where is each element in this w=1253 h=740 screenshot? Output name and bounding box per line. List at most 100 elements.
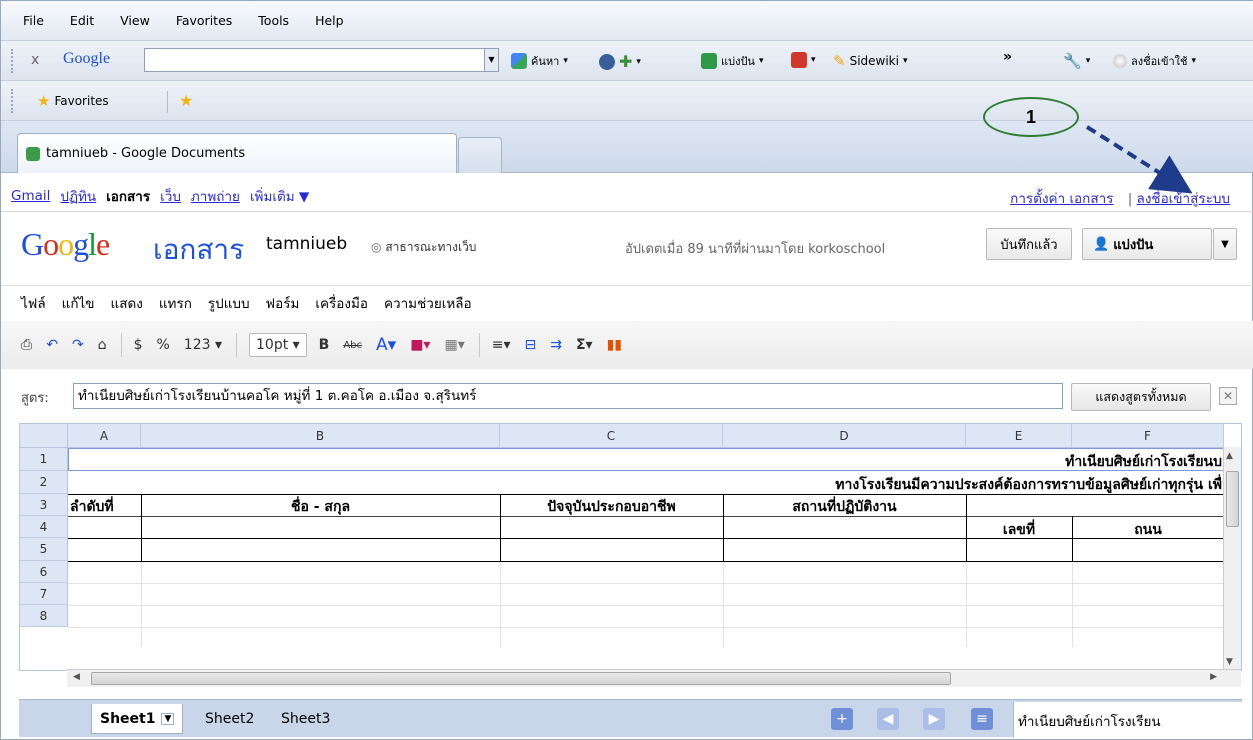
scroll-right-icon[interactable]: ▶ (1210, 672, 1217, 682)
docs-menu-edit[interactable]: แก้ไข (62, 292, 95, 314)
horizontal-scrollbar[interactable]: ◀ ▶ (67, 669, 1241, 687)
toolbar-settings-button[interactable]: 🔧 ▾ (1063, 52, 1090, 70)
formula-input[interactable]: ทำเนียบศิษย์เก่าโรงเรียนบ้านคอโค หมู่ที่… (73, 383, 1063, 409)
nav-web[interactable]: เว็บ (160, 185, 181, 207)
row-header-4[interactable]: 4 (20, 516, 68, 538)
align-icon[interactable]: ≡▾ (492, 337, 511, 353)
spreadsheet-grid[interactable]: A B C D E F 1 2 3 4 5 6 7 8 ทำเนียบศิษย์… (19, 423, 1242, 671)
new-tab-button[interactable] (458, 137, 502, 173)
search-dropdown-icon[interactable]: ▼ (484, 49, 498, 71)
scroll-up-icon[interactable]: ▲ (1226, 451, 1233, 461)
publish-status[interactable]: ◎ สาธารณะทางเว็บ (371, 238, 476, 257)
share-dropdown-icon[interactable]: ▼ (1213, 228, 1237, 260)
add-sheet-icon[interactable]: + (831, 708, 853, 730)
scroll-left-icon[interactable]: ◀ (73, 672, 80, 682)
redo-icon[interactable]: ↷ (72, 337, 84, 353)
scrollbar-thumb[interactable] (1226, 471, 1239, 527)
docs-settings-link[interactable]: การตั้งค่า เอกสาร (1010, 191, 1113, 207)
sheet-tab-1[interactable]: Sheet1 ▼ (91, 704, 184, 734)
menu-file[interactable]: File (9, 13, 56, 28)
row-header-1[interactable]: 1 (20, 448, 68, 471)
toolbar-more-chevron[interactable]: » (1003, 49, 1012, 65)
favorites-button[interactable]: ★ Favorites (37, 92, 109, 110)
vertical-scrollbar[interactable]: ▲ ▼ (1223, 447, 1241, 671)
row-header-8[interactable]: 8 (20, 605, 68, 627)
docs-topnav: Gmail ปฏิทิน เอกสาร เว็บ ภาพถ่าย เพิ่มเต… (11, 181, 1244, 211)
functions-icon[interactable]: Σ▾ (576, 337, 593, 353)
wrap-text-icon[interactable]: ⇉ (550, 337, 562, 353)
row-header-6[interactable]: 6 (20, 561, 68, 583)
row-header-7[interactable]: 7 (20, 583, 68, 605)
nav-documents[interactable]: เอกสาร (106, 185, 150, 207)
prev-sheet-icon[interactable]: ◀ (877, 708, 899, 730)
chevron-down-icon[interactable]: ▼ (161, 712, 175, 725)
scroll-down-icon[interactable]: ▼ (1226, 657, 1233, 667)
sheet-tab-3[interactable]: Sheet3 (273, 704, 338, 734)
signin-link[interactable]: ลงชื่อเข้าสู่ระบบ (1137, 191, 1230, 207)
next-sheet-icon[interactable]: ▶ (923, 708, 945, 730)
font-size-select[interactable]: 10pt ▾ (249, 333, 307, 357)
column-header-d[interactable]: D (723, 424, 966, 448)
cell-f4: ถนน (1134, 522, 1162, 538)
saved-button[interactable]: บันทึกแล้ว (986, 228, 1072, 260)
nav-calendar[interactable]: ปฏิทิน (60, 185, 96, 207)
browser-tab-active[interactable]: tamniueb - Google Documents (17, 133, 457, 173)
toolbar-popup-button[interactable]: ▾ (791, 52, 816, 68)
menu-view[interactable]: View (106, 13, 162, 28)
currency-format-button[interactable]: $ (134, 337, 143, 353)
paint-format-icon[interactable]: ⌂ (98, 337, 107, 353)
column-header-c[interactable]: C (500, 424, 723, 448)
sheet-list-icon[interactable]: ≡ (971, 708, 993, 730)
column-header-e[interactable]: E (966, 424, 1072, 448)
docs-menu-format[interactable]: รูปแบบ (208, 292, 250, 314)
fill-color-icon[interactable]: ■▾ (410, 337, 430, 353)
nav-gmail[interactable]: Gmail (11, 188, 50, 204)
merge-cells-icon[interactable]: ⊟ (525, 337, 537, 353)
menu-favorites[interactable]: Favorites (162, 13, 244, 28)
toolbar-globe-button[interactable]: ✚ ▾ (599, 52, 641, 71)
print-icon[interactable]: ⎙ (21, 337, 32, 353)
document-title[interactable]: tamniueb (266, 234, 347, 254)
row-header-5[interactable]: 5 (20, 538, 68, 561)
sheet-tab-2[interactable]: Sheet2 (197, 704, 262, 734)
show-all-formulas-button[interactable]: แสดงสูตรทั้งหมด (1071, 383, 1211, 411)
column-header-a[interactable]: A (68, 424, 141, 448)
number-format-button[interactable]: 123 ▾ (184, 337, 222, 353)
column-header-f[interactable]: F (1072, 424, 1224, 448)
docs-menu-tools[interactable]: เครื่องมือ (315, 292, 368, 314)
text-color-icon[interactable]: A▾ (376, 335, 396, 355)
favorites-grip[interactable] (11, 89, 17, 113)
docs-menu-view[interactable]: แสดง (111, 292, 143, 314)
select-all-corner[interactable] (20, 424, 68, 448)
borders-icon[interactable]: ▦▾ (444, 337, 464, 353)
add-favorite-button[interactable]: ★ (179, 91, 193, 110)
docs-menu-form[interactable]: ฟอร์ม (266, 292, 300, 314)
percent-format-button[interactable]: % (156, 337, 169, 353)
menu-help[interactable]: Help (301, 13, 356, 28)
undo-icon[interactable]: ↶ (46, 337, 58, 353)
chevron-down-icon: ▾ (811, 55, 816, 65)
strikethrough-button[interactable]: Abc (343, 340, 362, 351)
docs-menu-file[interactable]: ไฟล์ (21, 292, 46, 314)
nav-photos[interactable]: ภาพถ่าย (191, 185, 240, 207)
toolbar-grip[interactable] (11, 49, 17, 73)
bold-button[interactable]: B (319, 337, 330, 353)
scrollbar-thumb[interactable] (91, 672, 951, 685)
toolbar-signin-button[interactable]: ลงชื่อเข้าใช้ ▾ (1113, 52, 1196, 70)
row-header-3[interactable]: 3 (20, 494, 68, 516)
toolbar-share-button[interactable]: แบ่งปัน ▾ (701, 52, 763, 70)
toolbar-search-button[interactable]: ค้นหา ▾ (511, 52, 568, 70)
row-header-2[interactable]: 2 (20, 471, 68, 494)
column-header-b[interactable]: B (141, 424, 500, 448)
toolbar-sidewiki-button[interactable]: ✎ Sidewiki ▾ (833, 52, 908, 70)
share-button[interactable]: 👤 แบ่งปัน (1082, 228, 1212, 260)
toolbar-close-icon[interactable]: x (31, 52, 39, 68)
docs-menu-help[interactable]: ความช่วยเหลือ (384, 292, 472, 314)
chart-icon[interactable]: ▮▮ (607, 337, 622, 353)
close-icon[interactable]: ✕ (1219, 387, 1237, 405)
menu-tools[interactable]: Tools (244, 13, 301, 28)
google-search-input[interactable]: ▼ (144, 48, 499, 72)
docs-menu-insert[interactable]: แทรก (159, 292, 192, 314)
nav-more[interactable]: เพิ่มเติม ▼ (250, 185, 309, 207)
menu-edit[interactable]: Edit (56, 13, 106, 28)
